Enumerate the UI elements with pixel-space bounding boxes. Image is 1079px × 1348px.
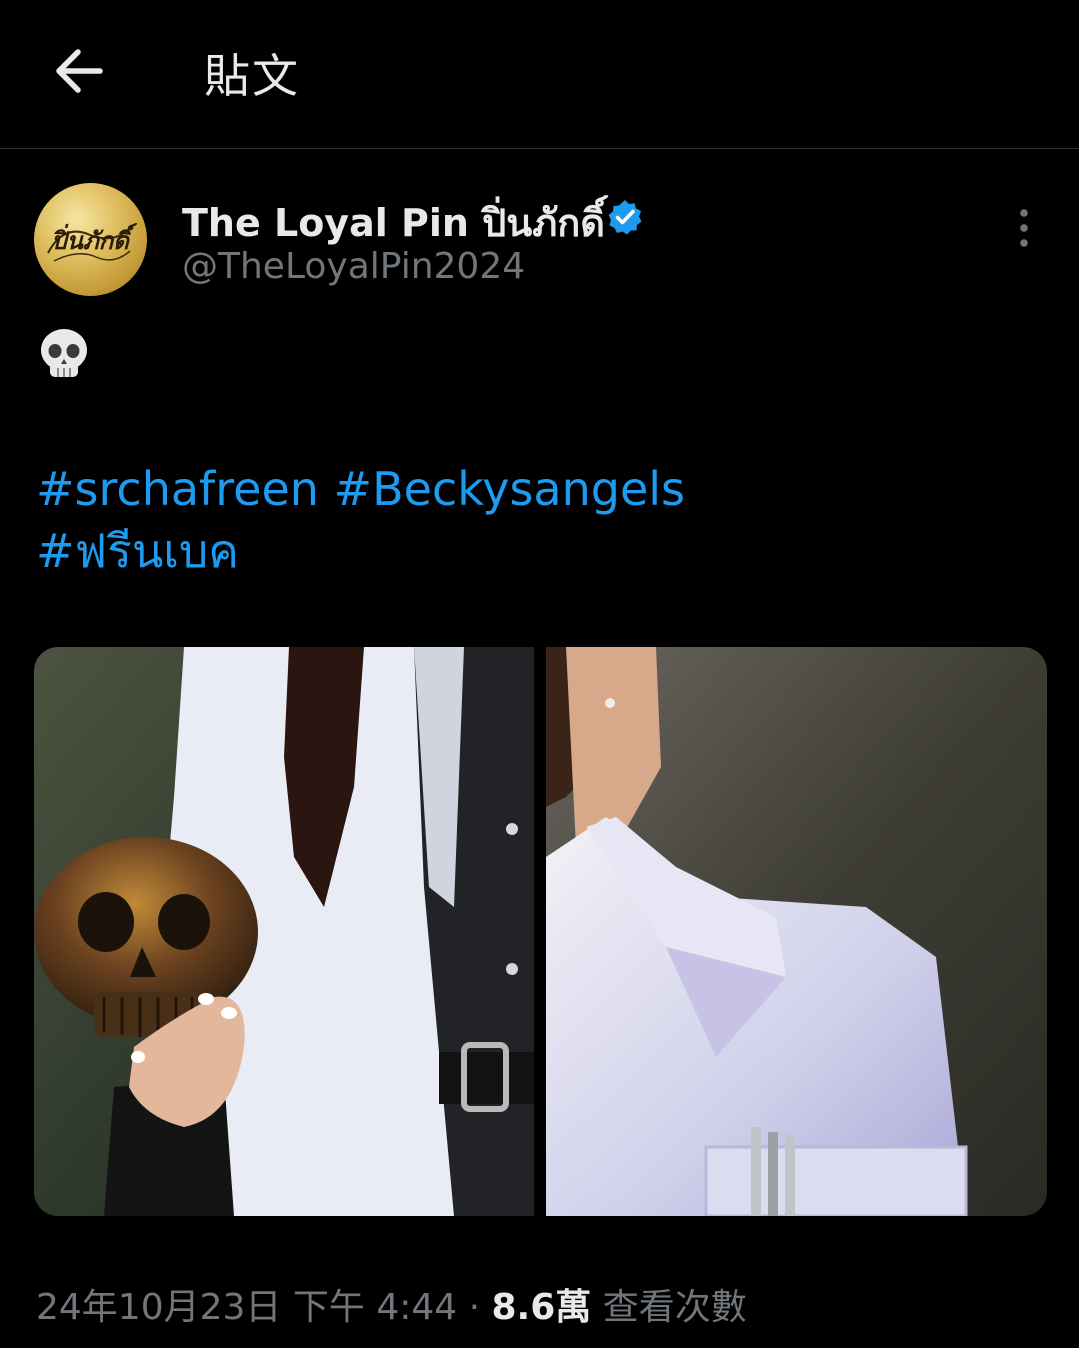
views-label: 查看次數 [591, 1287, 747, 1328]
post-hashtags: #srchafreen #Beckysangels #ฟรีนเบค [36, 458, 685, 582]
author-handle[interactable]: @TheLoyalPin2024 [182, 246, 525, 287]
avatar-logo-text: ปิ่นภักดิ์ [51, 223, 138, 255]
top-bar: 貼文 [0, 0, 1079, 148]
skull-emoji-icon [41, 329, 87, 377]
back-button[interactable] [48, 38, 112, 102]
avatar[interactable]: ปิ่นภักดิ์ [34, 183, 147, 296]
photo-skull-in-hand-icon [34, 647, 534, 1216]
post-meta: 24年10月23日 下午 4:44 · 8.6萬 查看次數 [36, 1278, 747, 1330]
views-count[interactable]: 8.6萬 [492, 1287, 592, 1328]
post-timestamp[interactable]: 24年10月23日 下午 4:44 [36, 1287, 457, 1328]
post-photo-2[interactable] [546, 647, 1047, 1216]
post-photo-1[interactable] [34, 647, 534, 1216]
media-grid [34, 647, 1047, 1216]
arrow-left-icon [56, 49, 103, 93]
header-divider [0, 148, 1079, 149]
meta-separator: · [457, 1287, 492, 1328]
hashtag-link[interactable]: #ฟรีนเบค [36, 524, 239, 578]
hashtag-link[interactable]: #Beckysangels [334, 462, 685, 516]
author-name[interactable]: The Loyal Pin ปิ่นภักดิ์ [182, 192, 605, 253]
more-vertical-icon [1020, 209, 1028, 247]
photo-lab-coat-collar-icon [546, 647, 1047, 1216]
verified-badge-icon [608, 200, 642, 235]
hashtag-link[interactable]: #srchafreen [36, 462, 319, 516]
brand-logo-icon: ปิ่นภักดิ์ [47, 223, 138, 262]
more-options-button[interactable] [1004, 208, 1044, 248]
page-title: 貼文 [204, 49, 300, 103]
